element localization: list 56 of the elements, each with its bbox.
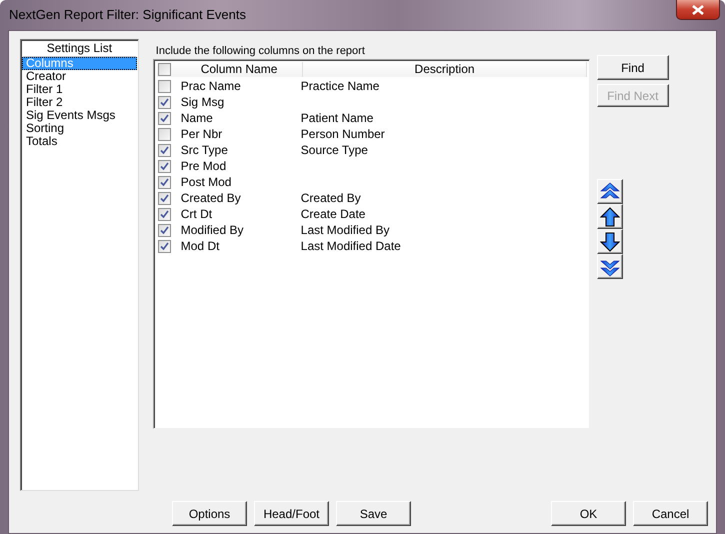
double-up-arrow-icon bbox=[600, 182, 620, 202]
table-cell: Create Date bbox=[300, 207, 366, 221]
list-item[interactable]: Sig Events Msgs bbox=[22, 109, 137, 122]
table-cell-text: Pre Mod bbox=[180, 159, 228, 173]
move-button[interactable] bbox=[596, 204, 623, 229]
list-item[interactable]: Sorting bbox=[22, 122, 137, 135]
instruction-label: Include the following columns on the report bbox=[154, 44, 366, 59]
checkbox[interactable] bbox=[158, 240, 171, 252]
table-cell: Last Modified By bbox=[300, 223, 390, 237]
checkbox[interactable] bbox=[158, 192, 171, 204]
checkbox[interactable] bbox=[158, 128, 171, 140]
down-arrow-icon bbox=[600, 232, 620, 252]
table-cell: Last Modified Date bbox=[300, 239, 401, 253]
list-item[interactable]: Filter 1 bbox=[22, 83, 137, 96]
window-title: NextGen Report Filter: Significant Events bbox=[9, 7, 246, 22]
find-button[interactable]: Find bbox=[596, 55, 669, 80]
table-cell: Person Number bbox=[300, 127, 385, 141]
up-arrow-icon bbox=[600, 206, 620, 226]
checkbox[interactable] bbox=[158, 80, 171, 92]
table-cell-text: Crt Dt bbox=[180, 207, 214, 221]
table-cell: Created By bbox=[300, 191, 361, 205]
list-item[interactable]: Filter 2 bbox=[22, 96, 137, 109]
table-cell-text: Name bbox=[180, 111, 214, 125]
dialog-button[interactable]: Save bbox=[336, 501, 411, 526]
dialog-button[interactable]: OK bbox=[551, 501, 626, 526]
checkbox[interactable] bbox=[158, 112, 171, 124]
table-cell-text: Sig Msg bbox=[180, 95, 226, 109]
table-cell: Patient Name bbox=[300, 111, 374, 125]
table-cell-text: Mod Dt bbox=[180, 239, 220, 253]
list-item[interactable]: Totals bbox=[22, 135, 137, 148]
checkbox[interactable] bbox=[158, 176, 171, 188]
checkbox[interactable] bbox=[158, 96, 171, 108]
table-cell-text: Src Type bbox=[180, 143, 229, 157]
checkbox[interactable] bbox=[158, 144, 171, 156]
checkbox[interactable] bbox=[158, 63, 171, 76]
table-cell-text: Created By bbox=[180, 191, 242, 205]
table-cell-text: Modified By bbox=[180, 223, 244, 237]
dialog-button[interactable]: Head/Foot bbox=[254, 501, 329, 526]
table-cell-text: Prac Name bbox=[180, 79, 242, 93]
dialog-button[interactable]: Cancel bbox=[633, 501, 708, 526]
checkbox[interactable] bbox=[158, 208, 171, 220]
table-cell-text: Post Mod bbox=[180, 175, 232, 189]
move-button[interactable] bbox=[596, 179, 623, 204]
move-button[interactable] bbox=[596, 254, 623, 279]
table-cell: Practice Name bbox=[300, 79, 380, 93]
close-button[interactable] bbox=[676, 0, 720, 20]
column-header[interactable]: Column Name bbox=[176, 62, 304, 77]
dialog-button[interactable]: Options bbox=[172, 501, 247, 526]
move-button[interactable] bbox=[596, 229, 623, 254]
checkbox[interactable] bbox=[158, 224, 171, 236]
close-icon bbox=[692, 4, 704, 14]
table-cell: Source Type bbox=[300, 143, 368, 157]
list-item[interactable]: Creator bbox=[22, 70, 137, 83]
column-header[interactable]: Description bbox=[303, 62, 587, 77]
table-cell-text: Per Nbr bbox=[180, 127, 224, 141]
checkbox[interactable] bbox=[158, 160, 171, 172]
